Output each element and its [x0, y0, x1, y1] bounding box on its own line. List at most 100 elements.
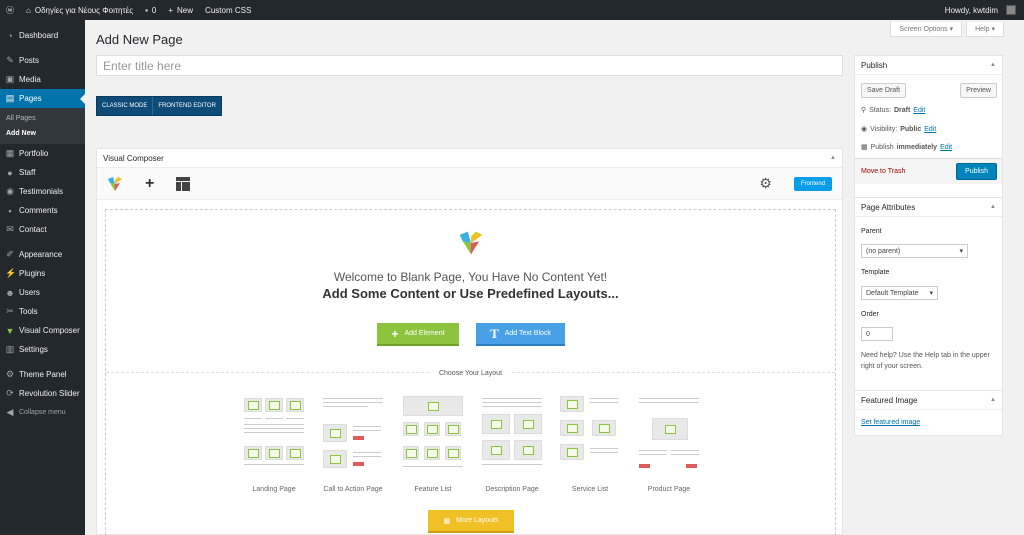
editor-mode-bar: CLASSIC MODE FRONTEND EDITOR [96, 96, 222, 116]
sidebar-item-dashboard[interactable]: ◔ Dashboard [0, 26, 85, 45]
vc-big-logo-icon [459, 231, 483, 255]
main-content: Screen Options ▾ Help ▾ Add New Page Ent… [85, 20, 1024, 535]
layout-call-to-action-page[interactable]: Call to Action Page [320, 394, 386, 493]
sidebar-item-visual-composer[interactable]: ▼ Visual Composer [0, 321, 85, 340]
template-label: Template [861, 269, 890, 276]
featured-image-title: Featured Image [861, 395, 918, 405]
appearance-icon: ✐ [6, 249, 14, 259]
title-input[interactable]: Enter title here [96, 55, 843, 76]
publish-button[interactable]: Publish [956, 163, 997, 180]
sidebar-item-plugins[interactable]: ⚡ Plugins [0, 264, 85, 283]
welcome-text: Welcome to Blank Page, You Have No Conte… [333, 270, 608, 284]
welcome-subtext: Add Some Content or Use Predefined Layou… [322, 286, 619, 301]
more-layouts-button[interactable]: ▦ More Layouts [428, 510, 514, 533]
add-element-button[interactable]: + Add Element [377, 323, 459, 346]
page-attributes-box: Page Attributes ▲ Parent (no parent) ▾ Tem… [854, 197, 1003, 400]
chevron-down-icon: ▾ [959, 248, 963, 255]
order-input[interactable]: 0 [861, 327, 893, 341]
custom-css-link[interactable]: Custom CSS [199, 0, 257, 20]
sidebar-item-pages[interactable]: ▤ Pages [0, 89, 85, 108]
parent-select[interactable]: (no parent) ▾ [861, 244, 968, 258]
vc-logo-icon[interactable] [107, 176, 123, 192]
frontend-button[interactable]: Frontend [793, 176, 832, 191]
sidebar-item-users[interactable]: ☻ Users [0, 283, 85, 302]
plugins-icon: ⚡ [5, 268, 17, 278]
add-element-icon[interactable]: + [145, 175, 154, 193]
parent-label: Parent [861, 228, 882, 235]
edit-publish-date-link[interactable]: Edit [940, 144, 952, 151]
collapse-arrow-icon[interactable]: ▲ [990, 397, 996, 403]
layout-label: Service List [571, 486, 609, 493]
comments-icon: ▪ [8, 205, 12, 216]
admin-sidebar: ◔ Dashboard ✎ Posts ▣ Media ▤ Pages All Page… [0, 20, 85, 535]
tools-icon: ✂ [6, 306, 14, 316]
sidebar-item-posts[interactable]: ✎ Posts [0, 51, 85, 70]
collapse-arrow-icon[interactable]: ▲ [990, 62, 996, 68]
collapse-arrow-icon[interactable]: ▲ [990, 204, 996, 210]
collapse-menu-button[interactable]: ◀ Collapse menu [0, 403, 85, 422]
add-text-block-button[interactable]: T Add Text Block [476, 323, 565, 346]
frontend-editor-button[interactable]: FRONTEND EDITOR [152, 97, 221, 115]
sidebar-item-revolution-slider[interactable]: ⟳ Revolution Slider [0, 384, 85, 403]
home-icon: ⌂ [26, 5, 31, 15]
layout-product-page[interactable]: Product Page [636, 394, 702, 493]
layout-feature-list[interactable]: Feature List [400, 394, 466, 493]
portfolio-icon: ▦ [5, 148, 15, 158]
contact-icon: ✉ [6, 224, 14, 234]
new-content-link[interactable]: + New [162, 0, 199, 20]
submenu-add-new[interactable]: Add New [0, 126, 85, 141]
visual-composer-panel: Visual Composer ▲ + ⚙ Frontend Welcome to… [96, 148, 843, 535]
gear-icon[interactable]: ⚙ [759, 175, 772, 192]
visual-composer-icon: ▼ [5, 325, 15, 336]
revolution-slider-icon: ⟳ [6, 388, 14, 398]
sidebar-item-testimonials[interactable]: ◉ Testimonials [0, 182, 85, 201]
pages-icon: ▤ [5, 93, 15, 103]
classic-mode-button[interactable]: CLASSIC MODE [97, 97, 152, 115]
submenu-all-pages[interactable]: All Pages [0, 111, 85, 126]
calendar-icon: ▦ [861, 144, 868, 151]
sidebar-item-comments[interactable]: ▪ Comments [0, 201, 85, 220]
help-text: Need help? Use the Help tab in the upper… [861, 352, 990, 370]
help-tab[interactable]: Help ▾ [966, 22, 1004, 37]
blank-page-area: Welcome to Blank Page, You Have No Conte… [105, 209, 836, 535]
collapse-icon: ◀ [6, 407, 14, 417]
sidebar-item-theme-panel[interactable]: ⚙ Theme Panel [0, 365, 85, 384]
layout-service-list[interactable]: Service List [557, 394, 623, 493]
layout-label: Product Page [647, 486, 691, 493]
sidebar-item-portfolio[interactable]: ▦ Portfolio [0, 144, 85, 163]
wordpress-logo[interactable]: ⓦ [0, 0, 20, 20]
templates-icon[interactable] [176, 176, 191, 191]
layout-label: Call to Action Page [323, 486, 383, 493]
order-label: Order [861, 311, 879, 318]
pages-submenu: All Pages Add New [0, 108, 85, 144]
site-name-link[interactable]: ⌂ Οδηγίες για Νέους Φοιτητές [20, 0, 139, 20]
theme-panel-icon: ⚙ [5, 369, 15, 379]
pin-icon: ✎ [6, 55, 14, 65]
sidebar-item-media[interactable]: ▣ Media [0, 70, 85, 89]
plus-icon: + [168, 5, 174, 15]
sidebar-item-settings[interactable]: ▥ Settings [0, 340, 85, 359]
screen-options-tab[interactable]: Screen Options ▾ [890, 22, 963, 37]
layout-description-page[interactable]: Description Page [479, 394, 545, 493]
sidebar-item-tools[interactable]: ✂ Tools [0, 302, 85, 321]
edit-status-link[interactable]: Edit [913, 107, 925, 114]
chevron-down-icon: ▾ [929, 290, 933, 297]
users-icon: ☻ [5, 287, 15, 298]
page-attributes-title: Page Attributes [861, 202, 916, 212]
save-draft-button[interactable]: Save Draft [861, 83, 907, 98]
testimonials-icon: ◉ [6, 186, 14, 196]
template-select[interactable]: Default Template ▾ [861, 286, 938, 300]
comments-link[interactable]: ▪ 0 [139, 0, 162, 20]
set-featured-image-link[interactable]: Set featured image [861, 419, 920, 426]
publish-box-title: Publish [861, 60, 888, 70]
layout-landing-page[interactable]: Landing Page [241, 394, 307, 493]
sidebar-item-appearance[interactable]: ✐ Appearance [0, 245, 85, 264]
move-to-trash-link[interactable]: Move to Trash [861, 168, 905, 175]
account-menu[interactable]: Howdy, kwtdim [939, 0, 1024, 20]
edit-visibility-link[interactable]: Edit [924, 126, 936, 133]
featured-image-box: Featured Image ▲ Set featured image [854, 390, 1003, 436]
sidebar-item-contact[interactable]: ✉ Contact [0, 220, 85, 239]
sidebar-item-staff[interactable]: ● Staff [0, 163, 85, 182]
preview-button[interactable]: Preview [960, 83, 997, 98]
collapse-arrow-icon[interactable]: ▲ [830, 155, 836, 161]
